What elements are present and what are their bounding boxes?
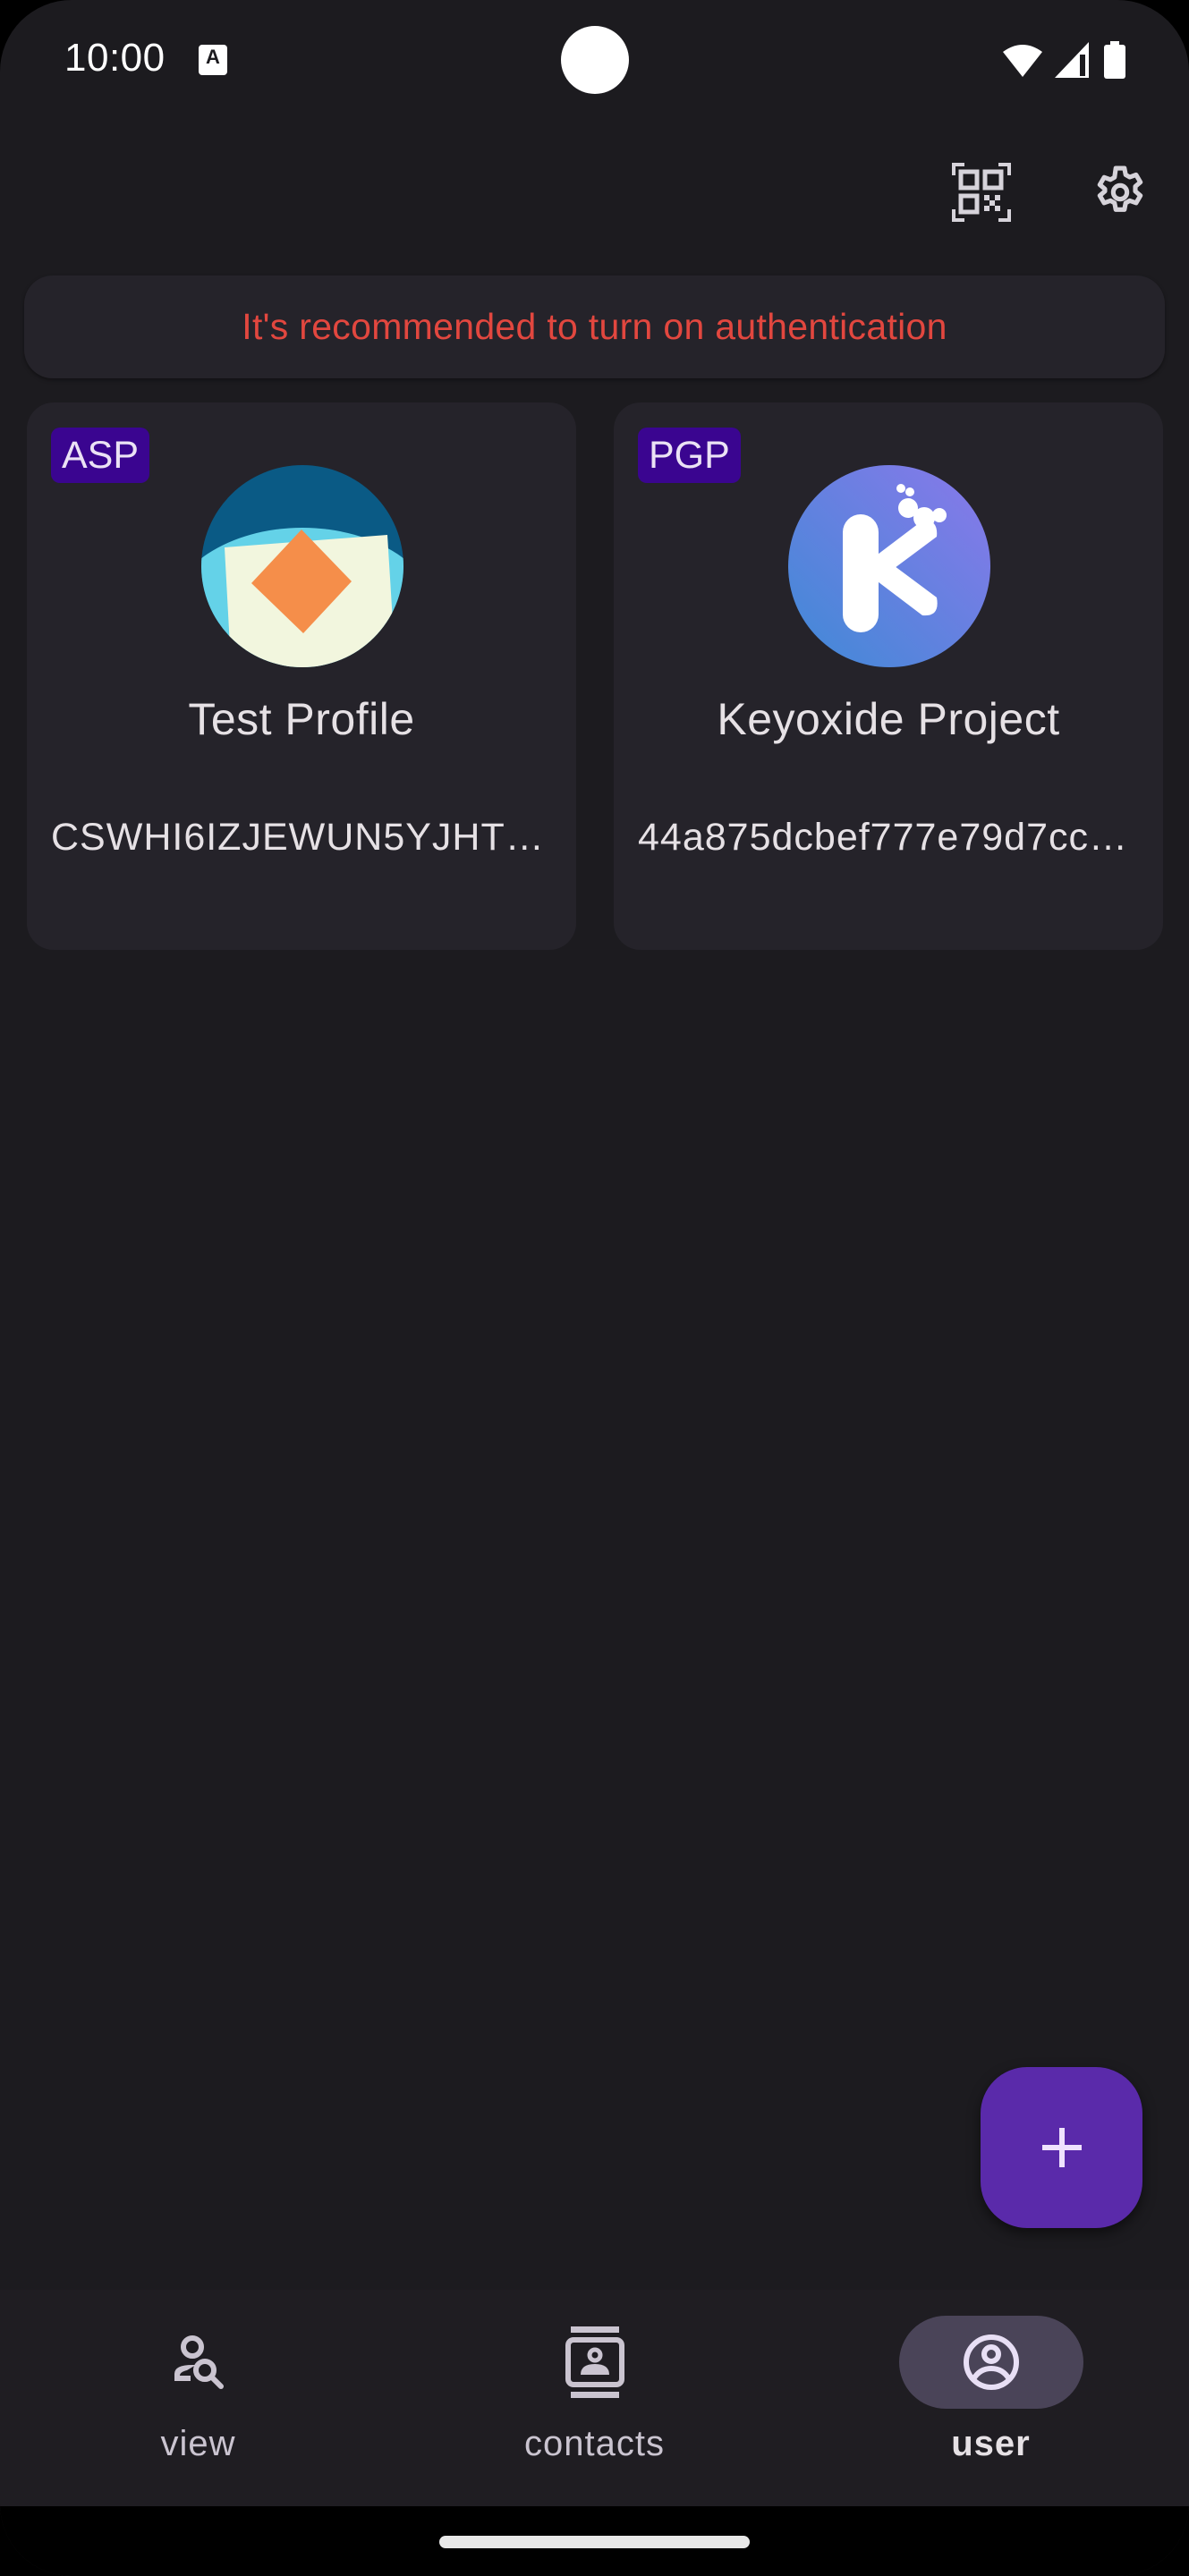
nav-pill-active: [898, 2316, 1083, 2409]
settings-button[interactable]: [1080, 152, 1160, 233]
camera-cutout: [561, 26, 629, 94]
profile-type-badge: ASP: [51, 428, 150, 483]
person-search-icon: [174, 2335, 224, 2389]
status-icons: [1003, 39, 1126, 80]
gear-icon: [1097, 165, 1143, 212]
nav-label: contacts: [524, 2424, 665, 2463]
profile-card[interactable]: PGP Keyoxide Project 44a875dcbef777e79d7…: [614, 402, 1163, 950]
system-navigation-bar: [0, 2506, 1189, 2576]
battery-icon: [1104, 41, 1125, 79]
status-time: 10:00: [64, 36, 166, 80]
notification-a-icon: A: [199, 45, 227, 75]
profile-name: Test Profile: [188, 694, 415, 744]
qr-code-button[interactable]: [941, 152, 1022, 233]
profile-type-badge: PGP: [638, 428, 741, 483]
nav-pill: [106, 2316, 291, 2409]
home-gesture-handle[interactable]: [439, 2536, 750, 2548]
account-circle-icon: [963, 2334, 1019, 2390]
profile-identifier: 44a875dcbef777e79d7cc…: [638, 816, 1128, 859]
nav-label: view: [160, 2424, 236, 2463]
nav-label: user: [951, 2424, 1031, 2463]
bottom-navigation: view contacts user: [0, 2290, 1189, 2506]
plus-icon: [1041, 2128, 1082, 2167]
contact-card-icon: [565, 2326, 624, 2398]
profile-avatar: [788, 465, 990, 667]
banner-text: It's recommended to turn on authenticati…: [242, 306, 947, 347]
keyoxide-logo-icon: [788, 465, 990, 667]
add-profile-button[interactable]: [981, 2067, 1142, 2228]
profile-name: Keyoxide Project: [717, 694, 1060, 744]
qr-code-icon: [952, 163, 1011, 222]
nav-item-view[interactable]: view: [0, 2290, 396, 2506]
authentication-warning-banner[interactable]: It's recommended to turn on authenticati…: [24, 275, 1165, 378]
profile-avatar: [201, 465, 403, 667]
profile-card[interactable]: ASP Test Profile CSWHI6IZJEWUN5YJHT…: [27, 402, 576, 950]
profile-identifier: CSWHI6IZJEWUN5YJHT…: [51, 816, 545, 859]
cellular-signal-icon: [1055, 42, 1089, 78]
wifi-icon: [1003, 45, 1042, 77]
nav-item-user[interactable]: user: [793, 2290, 1189, 2506]
nav-item-contacts[interactable]: contacts: [396, 2290, 793, 2506]
app-screen: 10:00 A It's recommended to turn on auth…: [0, 0, 1189, 2576]
geometric-diamond-avatar-icon: [201, 465, 403, 667]
nav-pill: [503, 2316, 687, 2409]
